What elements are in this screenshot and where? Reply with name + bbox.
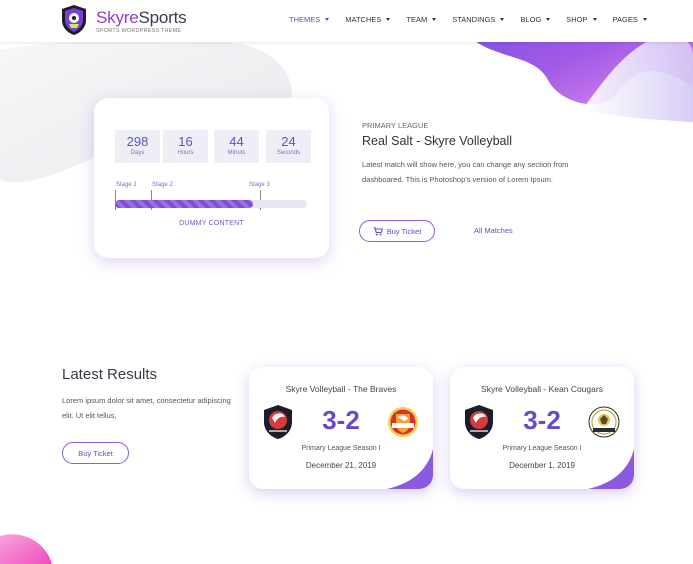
- stage-3-label: Stage 3: [249, 182, 270, 188]
- caret-down-icon: [386, 18, 391, 21]
- countdown-value: 24: [281, 134, 296, 149]
- results-buy-ticket-button[interactable]: Buy Ticket: [62, 442, 129, 464]
- caret-down-icon: [325, 18, 330, 21]
- nav-pages[interactable]: PAGES: [613, 15, 647, 24]
- buy-ticket-label: Buy Ticket: [386, 226, 422, 236]
- match-league: PRIMARY LEAGUE: [362, 121, 429, 130]
- site-header: SkyreSports SPORTS WORDPRESS THEME THEME…: [0, 0, 693, 42]
- stage-progress-fill: [115, 200, 254, 208]
- result-title: Skyre Volleyball - The Braves: [285, 384, 397, 394]
- nav-label: BLOG: [520, 15, 542, 24]
- result-card[interactable]: Skyre Volleyball - The Braves 3-2 Primar…: [249, 367, 433, 489]
- countdown-label: Days: [130, 150, 145, 156]
- countdown-hours: 16 Hours: [163, 130, 208, 163]
- countdown-label: Seconds: [276, 150, 301, 156]
- caret-down-icon: [500, 18, 505, 21]
- countdown-value: 298: [126, 134, 149, 149]
- nav-blog[interactable]: BLOG: [520, 15, 551, 24]
- nav-label: SHOP: [566, 15, 588, 24]
- logo-shield-icon[interactable]: [60, 4, 88, 36]
- match-description: Latest match will show here, you can cha…: [362, 160, 569, 184]
- nav-label: PAGES: [612, 15, 638, 24]
- result-title: Skyre Volleyball - Kean Cougars: [481, 384, 603, 394]
- stage-1-label: Stage 1: [116, 182, 137, 188]
- buy-ticket-button[interactable]: Buy Ticket: [359, 220, 435, 242]
- caret-down-icon: [642, 18, 647, 21]
- stage-2-label: Stage 2: [152, 182, 173, 188]
- nav-label: THEMES: [289, 15, 321, 24]
- caret-down-icon: [432, 18, 437, 21]
- stage-progress-bar: [115, 200, 307, 208]
- countdown-label: Minuts: [227, 150, 246, 156]
- countdown-seconds: 24 Seconds: [266, 130, 311, 163]
- nav-shop[interactable]: SHOP: [566, 15, 597, 24]
- latest-results-description: Lorem ipsum dolor sit amet, consectetur …: [62, 396, 231, 420]
- buy-ticket-label: Buy Ticket: [78, 448, 113, 458]
- team-logo-cougars-icon: [588, 406, 620, 438]
- latest-results-title: Latest Results: [62, 366, 158, 383]
- nav-label: MATCHES: [345, 15, 382, 24]
- cart-icon: [373, 226, 383, 236]
- brand-part-skyre: Skyre: [96, 8, 139, 27]
- all-matches-link[interactable]: All Matches: [474, 226, 513, 235]
- countdown-days: 298 Days: [115, 130, 160, 163]
- result-season: Primary League Season I: [301, 445, 381, 452]
- nav-team[interactable]: TEAM: [406, 15, 437, 24]
- countdown-value: 16: [178, 134, 193, 149]
- nav-themes[interactable]: THEMES: [289, 15, 330, 24]
- caret-down-icon: [546, 18, 551, 21]
- main-nav: THEMES MATCHES TEAM STANDINGS BLOG SHOP …: [289, 15, 647, 24]
- caret-down-icon: [592, 18, 597, 21]
- brand-part-sports: Sports: [138, 8, 187, 27]
- nav-matches[interactable]: MATCHES: [345, 15, 391, 24]
- result-card[interactable]: Skyre Volleyball - Kean Cougars 3-2 Prim…: [450, 367, 634, 489]
- countdown-label: Hours: [177, 150, 194, 156]
- result-date: December 21, 2019: [305, 461, 377, 470]
- countdown-caption: DUMMY CONTENT: [179, 220, 244, 227]
- brand-tagline: SPORTS WORDPRESS THEME: [96, 28, 182, 34]
- result-date: December 1, 2019: [509, 461, 575, 470]
- countdown-minutes: 44 Minuts: [214, 130, 259, 163]
- brand-name[interactable]: SkyreSports: [96, 8, 187, 28]
- countdown-value: 44: [229, 134, 244, 149]
- team-logo-braves-icon: [388, 407, 418, 437]
- result-season: Primary League Season I: [502, 445, 582, 452]
- match-title: Real Salt - Skyre Volleyball: [362, 134, 513, 148]
- nav-label: STANDINGS: [452, 15, 496, 24]
- nav-standings[interactable]: STANDINGS: [452, 15, 505, 24]
- countdown-card: 298 Days 16 Hours 44 Minuts 24 Seconds S…: [94, 98, 329, 258]
- nav-label: TEAM: [406, 15, 428, 24]
